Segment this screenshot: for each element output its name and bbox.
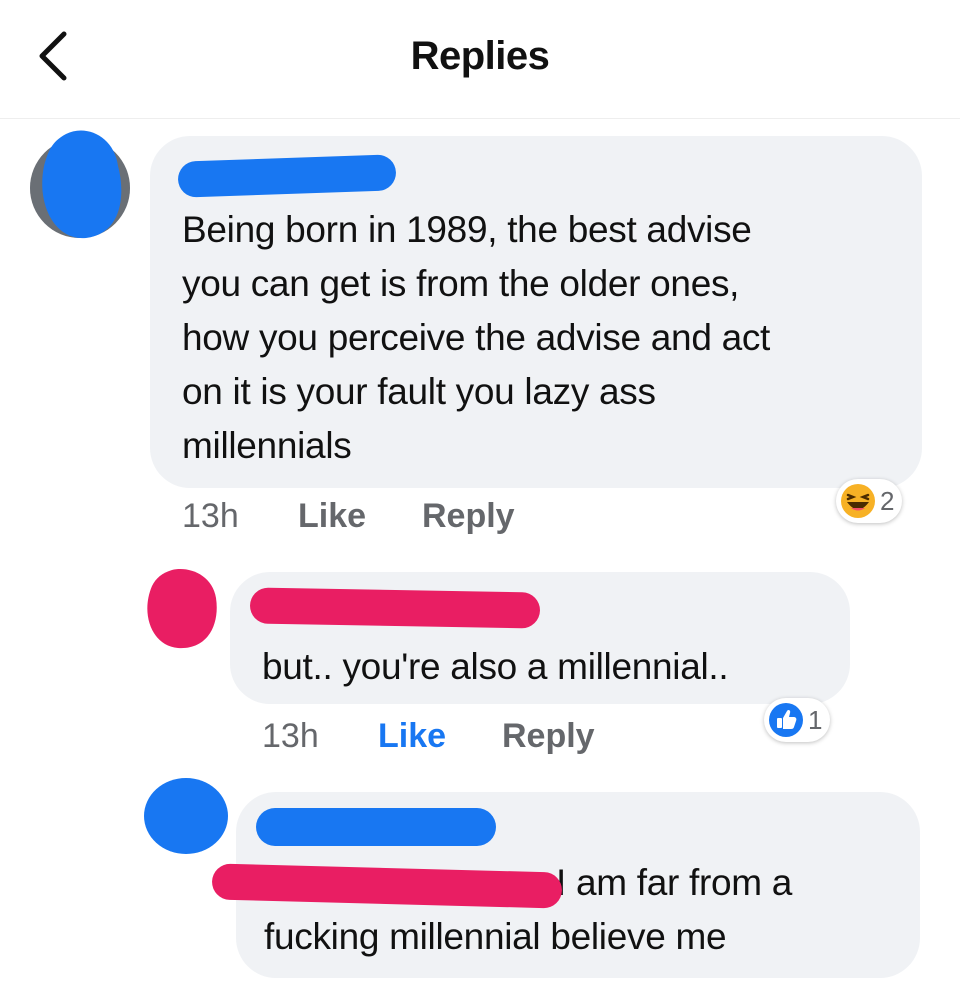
like-button[interactable]: Like bbox=[298, 497, 366, 536]
like-button-liked[interactable]: Like bbox=[378, 717, 446, 756]
reply-button[interactable]: Reply bbox=[422, 497, 515, 536]
avatar-commenter-3[interactable] bbox=[142, 776, 232, 856]
thumbs-up-icon bbox=[769, 703, 803, 737]
redacted-commenter-name bbox=[249, 587, 541, 629]
reaction-count: 1 bbox=[808, 704, 823, 735]
top-bar: Replies bbox=[0, 0, 960, 119]
reaction-badge[interactable]: 2 bbox=[836, 479, 903, 523]
haha-emoji-icon bbox=[841, 484, 875, 518]
reply-text: but.. you're also a millennial.. bbox=[262, 646, 729, 687]
comment-timestamp: 13h bbox=[182, 497, 239, 535]
reply-timestamp: 13h bbox=[262, 717, 319, 755]
avatar-commenter-1[interactable] bbox=[26, 126, 136, 244]
redacted-commenter-name bbox=[177, 154, 397, 198]
reaction-badge[interactable]: 1 bbox=[764, 698, 831, 742]
page-title: Replies bbox=[410, 34, 550, 78]
reaction-count: 2 bbox=[880, 485, 895, 516]
reply-button[interactable]: Reply bbox=[502, 717, 595, 756]
avatar-commenter-2[interactable] bbox=[138, 564, 222, 654]
redacted-commenter-name bbox=[256, 808, 496, 846]
comment-text: Being born in 1989, the best advise you … bbox=[182, 209, 771, 466]
